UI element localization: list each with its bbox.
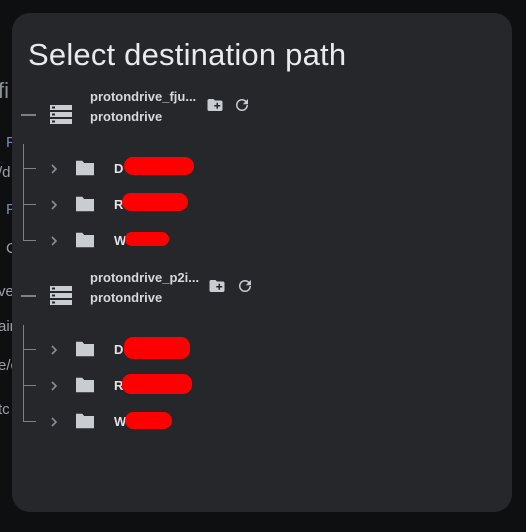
redaction-mark	[124, 157, 194, 175]
chevron-right-icon[interactable]	[46, 342, 62, 358]
refresh-icon[interactable]	[236, 277, 254, 295]
folder-icon	[76, 232, 94, 248]
remote-root[interactable]: protondrive_fju... protondrive D R W	[12, 86, 512, 276]
dialog-title: Select destination path	[28, 37, 347, 72]
tree-branch	[23, 385, 36, 386]
storage-icon	[50, 286, 72, 305]
tree-folder-item[interactable]: W	[12, 228, 512, 254]
chevron-right-icon[interactable]	[46, 233, 62, 249]
redaction-mark	[125, 412, 172, 429]
tree-folder-item[interactable]: D	[12, 337, 512, 363]
tree-branch	[23, 349, 36, 350]
bg-fragment: fi	[0, 78, 9, 103]
bg-fragment: /d	[0, 164, 11, 181]
chevron-right-icon[interactable]	[46, 161, 62, 177]
bg-fragment: tc	[0, 401, 10, 418]
chevron-right-icon[interactable]	[46, 378, 62, 394]
select-destination-dialog: Select destination path protondrive_fju.…	[12, 13, 512, 512]
tree-branch	[23, 204, 36, 205]
collapse-dash[interactable]	[21, 114, 36, 116]
storage-icon	[50, 105, 72, 124]
tree-branch	[23, 421, 36, 422]
redaction-mark	[122, 193, 188, 211]
tree-branch	[23, 240, 36, 241]
create-new-folder-icon[interactable]	[206, 96, 224, 114]
chevron-right-icon[interactable]	[46, 414, 62, 430]
remote-type: protondrive	[90, 109, 163, 124]
redaction-mark	[124, 337, 190, 359]
tree-folder-item[interactable]: R	[12, 373, 512, 399]
tree-folder-item[interactable]: R	[12, 192, 512, 218]
remote-name: protondrive_p2i...	[90, 270, 200, 285]
tree-folder-item[interactable]: W	[12, 409, 512, 435]
remote-name: protondrive_fju...	[90, 89, 197, 104]
refresh-icon[interactable]	[233, 96, 251, 114]
chevron-right-icon[interactable]	[46, 197, 62, 213]
redaction-mark	[122, 374, 192, 394]
folder-icon	[76, 196, 94, 212]
folder-icon	[76, 413, 94, 429]
create-new-folder-icon[interactable]	[208, 277, 226, 295]
collapse-dash[interactable]	[21, 295, 36, 297]
remote-type: protondrive	[90, 290, 163, 305]
folder-label: D	[114, 342, 124, 357]
redaction-mark	[125, 232, 169, 246]
tree-branch	[23, 168, 36, 169]
tree-folder-item[interactable]: D	[12, 156, 512, 182]
folder-label: D	[114, 161, 124, 176]
folder-icon	[76, 160, 94, 176]
remote-root[interactable]: protondrive_p2i... protondrive D R W	[12, 267, 512, 457]
folder-icon	[76, 341, 94, 357]
folder-icon	[76, 377, 94, 393]
